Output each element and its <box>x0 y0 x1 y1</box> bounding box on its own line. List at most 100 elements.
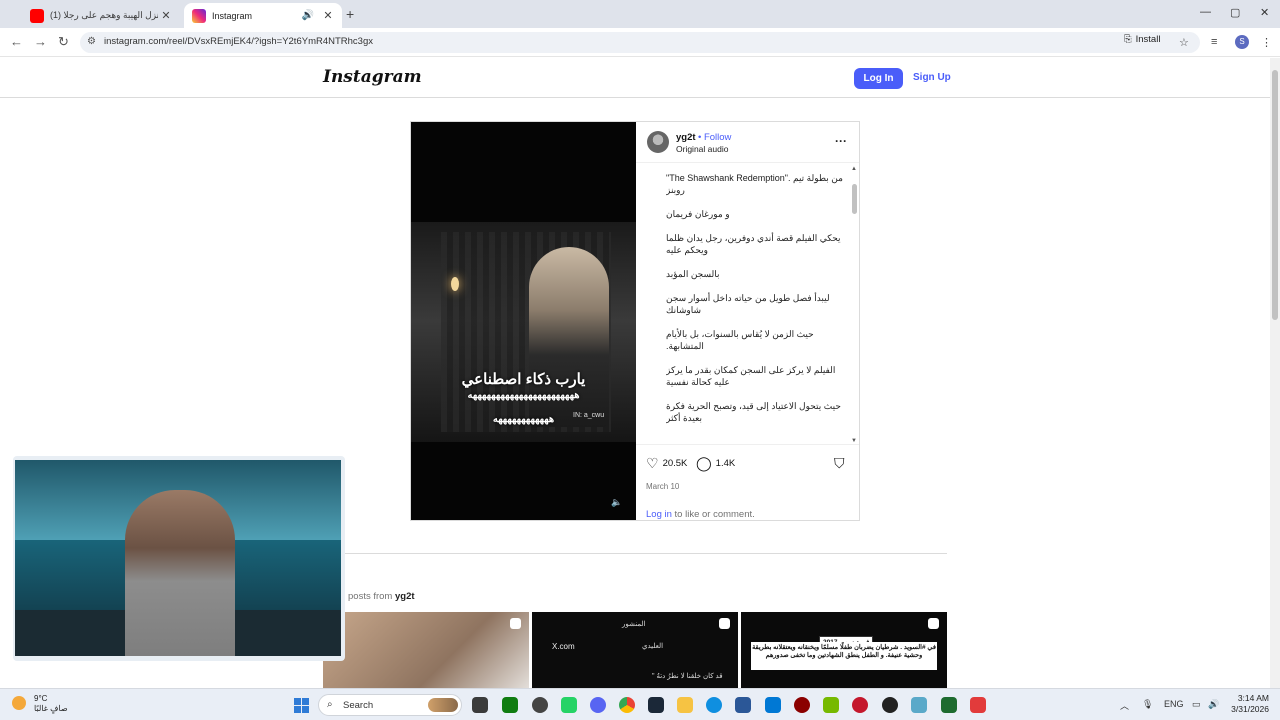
caption-line: "The Shawshank Redemption". من بطولة تيم… <box>666 173 843 195</box>
speaker-icon[interactable]: 🔊 <box>302 10 314 21</box>
heart-icon: ♡ <box>646 455 659 471</box>
reel-post: IN: a_cwu يارب ذكاء اصطناعي هههههههههههه… <box>410 121 860 521</box>
new-tab-button[interactable]: + <box>346 6 354 22</box>
app-icon[interactable] <box>532 697 548 713</box>
app-icon[interactable] <box>911 697 927 713</box>
instagram-icon <box>192 8 206 23</box>
tab-youtube[interactable]: (1) جبل نزل الهيبة وهجم على رجلا ✕ <box>22 3 180 28</box>
section-divider <box>323 553 947 554</box>
login-button[interactable]: Log In <box>854 68 903 89</box>
scroll-thumb[interactable] <box>852 184 857 214</box>
post-thumbnail[interactable] <box>323 612 529 688</box>
mail-icon[interactable] <box>765 697 781 713</box>
clock-date: 3/31/2026 <box>1231 704 1269 714</box>
reel-icon <box>510 618 521 629</box>
volume-icon[interactable]: 🔊 <box>1208 699 1219 710</box>
close-tab-icon[interactable]: ✕ <box>158 9 174 22</box>
follow-label[interactable]: Follow <box>704 132 731 143</box>
microphone-icon[interactable]: 🎙 <box>1142 699 1153 710</box>
media-controls-icon[interactable]: ≡ <box>1211 36 1217 48</box>
author-avatar[interactable] <box>647 131 669 153</box>
mute-icon[interactable]: 🔈 <box>611 497 622 508</box>
post-sidebar: yg2t • Follow Original audio ··· "The Sh… <box>636 122 859 520</box>
system-clock[interactable]: 3:14 AM 3/31/2026 <box>1225 693 1269 715</box>
app-icon[interactable] <box>794 697 810 713</box>
address-bar[interactable]: ⚙ instagram.com/reel/DVsxREmjEK4/?igsh=Y… <box>80 32 1200 53</box>
reel-icon <box>928 618 939 629</box>
like-button[interactable]: ♡ 20.5K <box>646 455 687 472</box>
caption-line: حيث الزمن لا يُقاس بالسنوات، بل بالأيام … <box>666 329 814 351</box>
browser-toolbar: ← → ↻ ⚙ instagram.com/reel/DVsxREmjEK4/?… <box>0 28 1280 57</box>
close-window-icon[interactable]: ✕ <box>1260 6 1269 19</box>
caption-line: بالسجن المؤبد <box>666 269 720 279</box>
whatsapp-icon[interactable] <box>561 697 577 713</box>
save-bookmark-icon[interactable]: ⛉ <box>834 455 845 472</box>
author-username[interactable]: yg2t <box>676 132 696 143</box>
url-text: instagram.com/reel/DVsxREmjEK4/?igsh=Y2t… <box>104 36 374 47</box>
profile-avatar[interactable]: S <box>1235 35 1249 49</box>
post-thumbnail[interactable]: في ديسمبر 2017 في #السويد . شرطيان يضربا… <box>741 612 947 688</box>
comment-button[interactable]: ◯ 1.4K <box>696 455 735 472</box>
close-tab-icon[interactable]: ✕ <box>320 9 336 22</box>
login-prompt: Log in to like or comment. <box>646 509 755 520</box>
post-caption: "The Shawshank Redemption". من بطولة تيم… <box>666 172 844 442</box>
caption-line: ليبدأ فصل طويل من حياته داخل أسوار سجن ش… <box>666 293 830 315</box>
menu-kebab-icon[interactable]: ⋮ <box>1261 36 1272 49</box>
post-actions: ♡ 20.5K ◯ 1.4K ⛉ March 10 Log in to like… <box>636 444 859 520</box>
youtube-icon <box>30 8 44 23</box>
scroll-up-icon[interactable]: ▲ <box>851 166 857 172</box>
weather-condition: صافٍ غالبًا <box>34 704 68 713</box>
install-label: Install <box>1135 33 1161 45</box>
more-options-icon[interactable]: ··· <box>835 134 847 148</box>
language-indicator[interactable]: ENG <box>1164 699 1184 709</box>
video-scene: IN: a_cwu <box>411 222 636 442</box>
caption-scrollbar[interactable]: ▲ ▼ <box>849 166 859 444</box>
instagram-logo[interactable]: Instagram <box>323 67 422 87</box>
file-explorer-icon[interactable] <box>677 697 693 713</box>
edge-icon[interactable] <box>706 697 722 713</box>
nvidia-icon[interactable] <box>823 697 839 713</box>
back-icon[interactable]: ← <box>10 34 23 49</box>
minimize-icon[interactable]: — <box>1200 6 1211 18</box>
tab-instagram[interactable]: Instagram 🔊 ✕ <box>184 3 342 28</box>
obs-icon[interactable] <box>882 697 898 713</box>
app-icon[interactable] <box>941 697 957 713</box>
site-info-icon[interactable]: ⚙ <box>87 36 96 47</box>
reload-icon[interactable]: ↻ <box>58 34 69 50</box>
caption-line: حيث يتحول الاعتياد إلى قيد، وتصبح الحرية… <box>666 401 841 423</box>
forward-icon[interactable]: → <box>34 34 47 49</box>
page-scrollbar[interactable] <box>1270 58 1280 688</box>
steam-icon[interactable] <box>648 697 664 713</box>
thumb-site: X.com <box>552 642 575 651</box>
tray-chevron-icon[interactable]: ︿ <box>1120 699 1129 712</box>
login-link[interactable]: Log in <box>646 509 672 520</box>
follow-button[interactable]: • Follow <box>698 132 731 143</box>
signup-link[interactable]: Sign Up <box>913 72 951 83</box>
post-header: yg2t • Follow Original audio ··· <box>636 122 859 163</box>
bookmark-star-icon[interactable]: ☆ <box>1179 36 1189 49</box>
network-icon[interactable]: ▭ <box>1192 699 1201 710</box>
more-posts-grid: المنشور X.com العليدي " قد كان خلقنا لا … <box>323 612 947 688</box>
xbox-icon[interactable] <box>502 697 518 713</box>
search-icon: ⌕ <box>327 699 333 710</box>
clock-time: 3:14 AM <box>1237 693 1269 703</box>
audio-label[interactable]: Original audio <box>676 144 728 154</box>
start-button[interactable] <box>294 698 309 713</box>
post-date: March 10 <box>646 482 680 491</box>
reel-icon <box>719 618 730 629</box>
maximize-icon[interactable]: ▢ <box>1230 6 1240 19</box>
tab-title: (1) جبل نزل الهيبة وهجم على رجلا <box>50 10 158 20</box>
install-button[interactable]: ⎘ Install <box>1124 31 1160 47</box>
task-view-icon[interactable] <box>472 697 488 713</box>
more-posts-username[interactable]: yg2t <box>395 591 415 602</box>
discord-icon[interactable] <box>590 697 606 713</box>
taskbar-search[interactable]: ⌕ Search <box>318 694 462 716</box>
store-icon[interactable] <box>735 697 751 713</box>
chrome-icon[interactable] <box>619 697 635 713</box>
reel-video[interactable]: IN: a_cwu يارب ذكاء اصطناعي هههههههههههه… <box>411 122 636 520</box>
post-thumbnail[interactable]: المنشور X.com العليدي " قد كان خلقنا لا … <box>532 612 738 688</box>
page-scroll-thumb[interactable] <box>1272 70 1278 320</box>
thumb-quote: " قد كان خلقنا لا نطرُ دتهُ <box>652 673 723 680</box>
app-icon[interactable] <box>970 697 986 713</box>
app-icon[interactable] <box>852 697 868 713</box>
